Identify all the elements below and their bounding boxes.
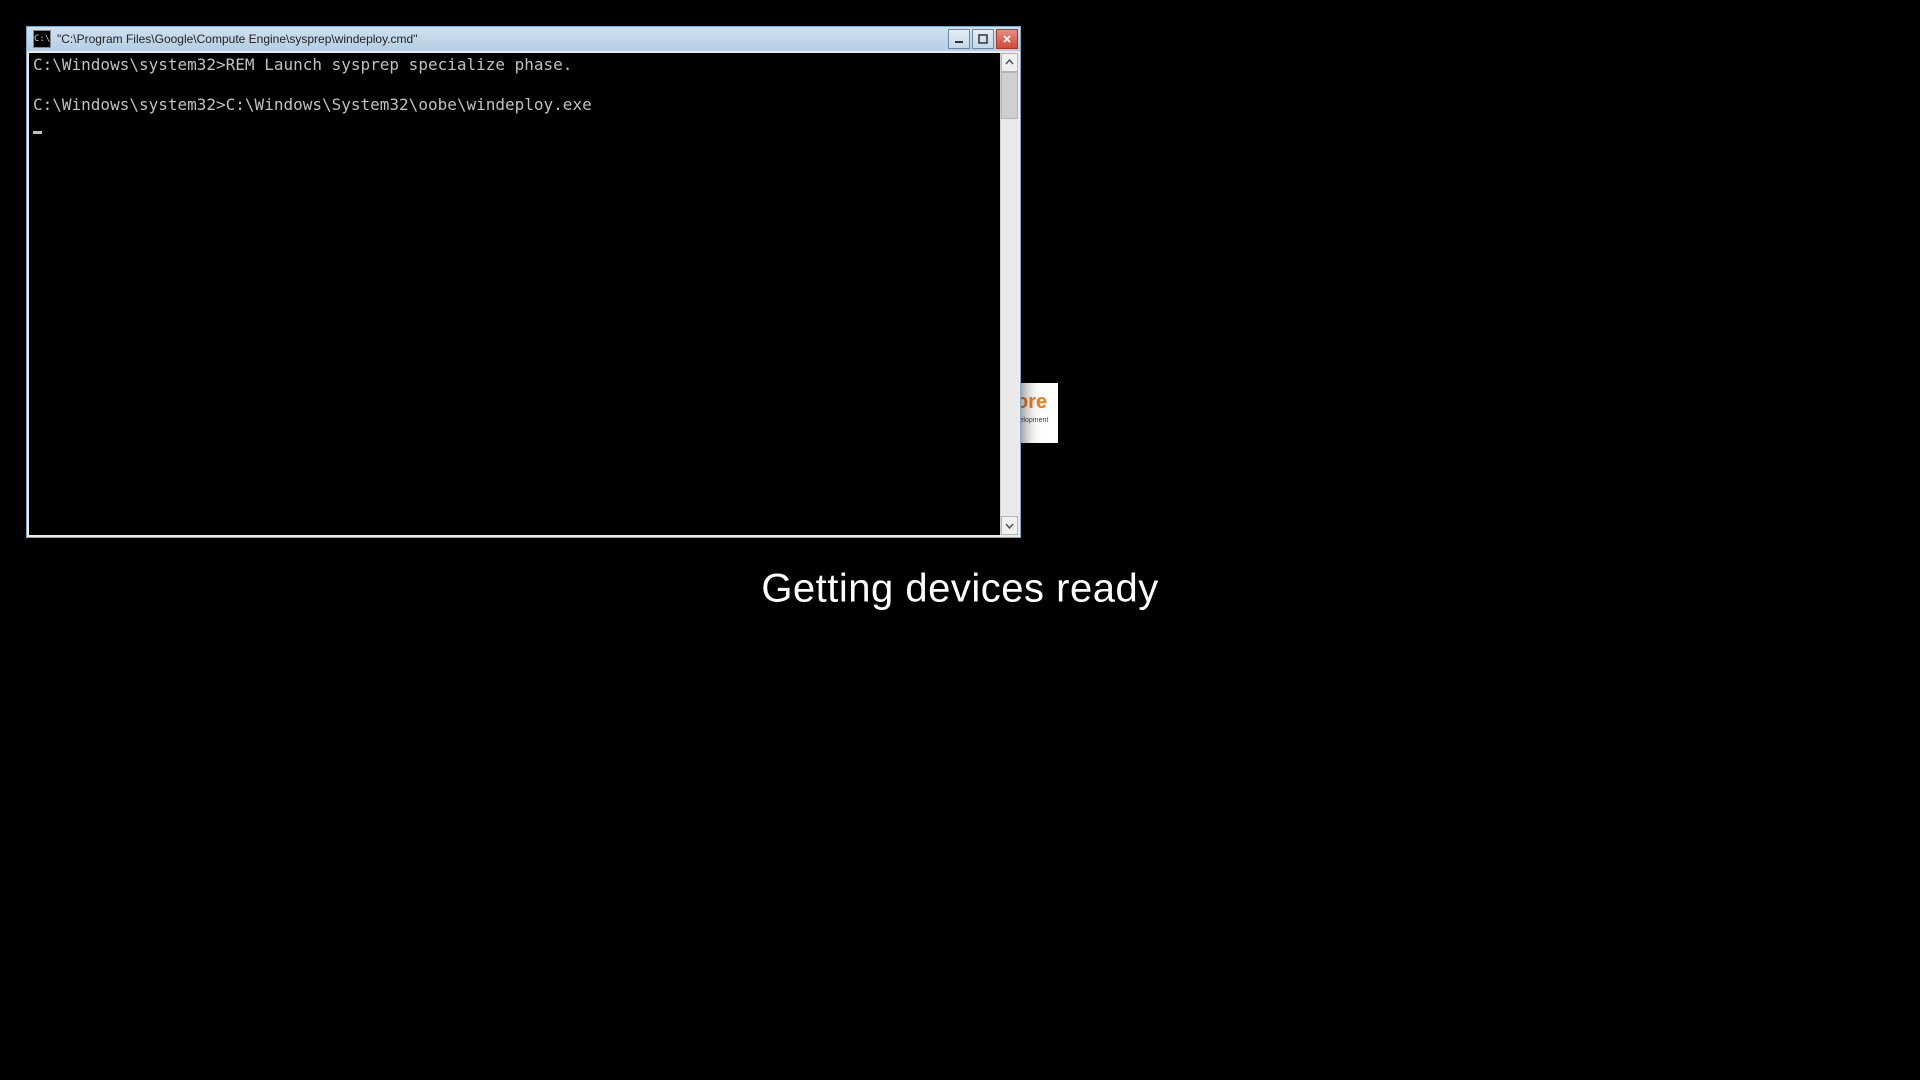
maximize-button[interactable] xyxy=(972,29,994,49)
background-window-fragment: ore velopment xyxy=(1020,383,1058,443)
minimize-icon xyxy=(954,34,964,44)
scroll-down-button[interactable] xyxy=(1001,516,1018,535)
close-button[interactable] xyxy=(996,29,1018,49)
background-logo-subtext: velopment xyxy=(1020,417,1048,424)
console-line: C:\Windows\system32>REM Launch sysprep s… xyxy=(33,55,572,74)
window-title: "C:\Program Files\Google\Compute Engine\… xyxy=(57,32,948,46)
maximize-icon xyxy=(978,34,988,44)
scroll-thumb[interactable] xyxy=(1001,72,1018,119)
oobe-status-text: Getting devices ready xyxy=(761,567,1158,612)
vertical-scrollbar[interactable] xyxy=(1000,53,1018,535)
scroll-track[interactable] xyxy=(1001,72,1018,516)
minimize-button[interactable] xyxy=(948,29,970,49)
close-icon xyxy=(1002,34,1012,44)
command-prompt-window[interactable]: C:\ "C:\Program Files\Google\Compute Eng… xyxy=(26,26,1021,538)
window-client-area: C:\Windows\system32>REM Launch sysprep s… xyxy=(27,51,1020,537)
scroll-up-button[interactable] xyxy=(1001,53,1018,72)
titlebar[interactable]: C:\ "C:\Program Files\Google\Compute Eng… xyxy=(27,27,1020,51)
console-output[interactable]: C:\Windows\system32>REM Launch sysprep s… xyxy=(29,53,1000,535)
text-cursor xyxy=(33,131,42,134)
cmd-system-icon[interactable]: C:\ xyxy=(33,30,51,48)
chevron-down-icon xyxy=(1005,521,1014,530)
window-controls xyxy=(948,27,1020,51)
background-logo-text: ore xyxy=(1020,391,1047,414)
chevron-up-icon xyxy=(1005,58,1014,67)
console-line: C:\Windows\system32>C:\Windows\System32\… xyxy=(33,95,592,114)
